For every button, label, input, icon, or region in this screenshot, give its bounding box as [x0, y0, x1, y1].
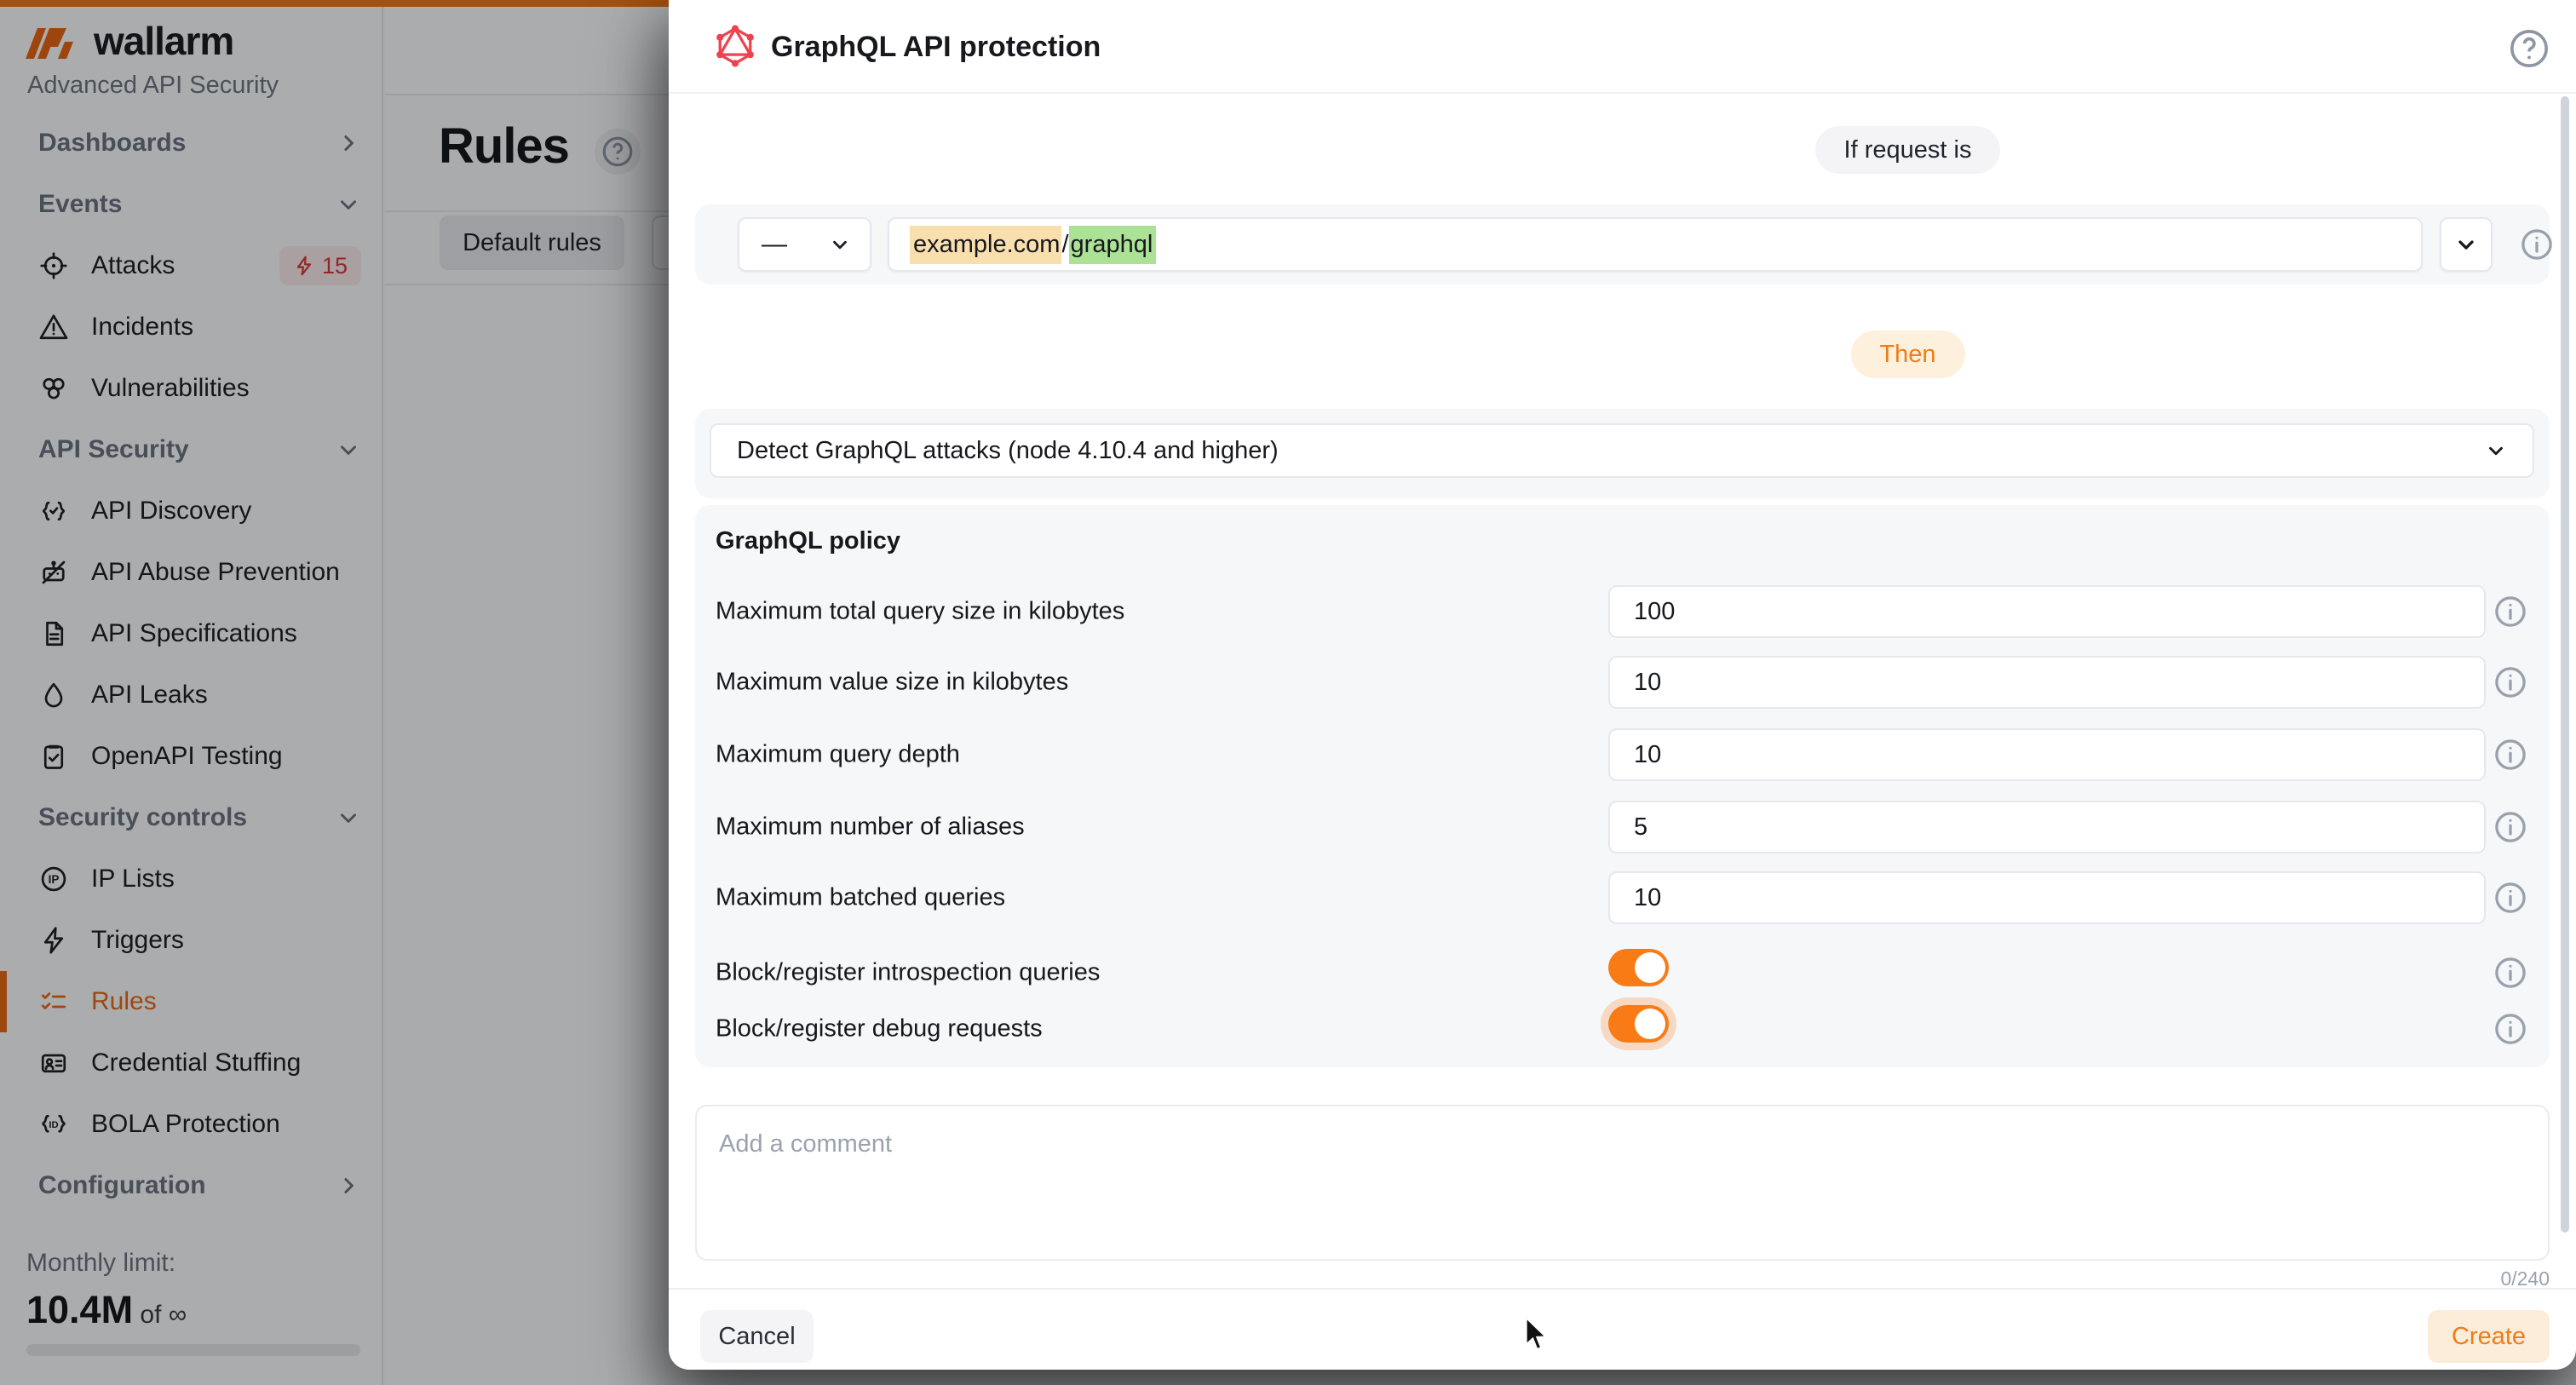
chevron-down-icon: [2485, 440, 2507, 462]
toggle-switch[interactable]: [1608, 949, 1669, 986]
policy-field-input[interactable]: [1608, 656, 2486, 709]
modal-scrollbar[interactable]: [2561, 96, 2569, 1233]
policy-toggle-label: Block/register debug requests: [716, 1015, 1043, 1043]
toggle-switch[interactable]: [1608, 1005, 1669, 1043]
policy-field-maximum-total-query-size-in-kilobytes: Maximum total query size in kilobytes: [695, 585, 2550, 638]
policy-field-input[interactable]: [1608, 585, 2486, 638]
policy-field-label: Maximum total query size in kilobytes: [716, 598, 1124, 626]
uri-input[interactable]: example.com/graphql: [888, 217, 2423, 272]
policy-field-maximum-batched-queries: Maximum batched queries: [695, 871, 2550, 924]
condition-expand-button[interactable]: [2440, 217, 2493, 272]
footer-divider: [669, 1288, 2576, 1290]
action-select-value: Detect GraphQL attacks (node 4.10.4 and …: [737, 437, 1279, 465]
char-counter: 0/240: [2500, 1267, 2550, 1290]
policy-field-maximum-number-of-aliases: Maximum number of aliases: [695, 801, 2550, 853]
policy-field-input[interactable]: [1608, 728, 2486, 781]
policy-toggle-label: Block/register introspection queries: [716, 959, 1100, 987]
uri-path-token: graphql: [1069, 226, 1157, 264]
chevron-down-icon: [829, 233, 851, 256]
modal-help-icon[interactable]: [2507, 26, 2551, 71]
info-icon[interactable]: [2493, 880, 2528, 916]
policy-toggle-block-register-introspection-queries: Block/register introspection queries: [695, 941, 2550, 994]
policy-field-label: Maximum batched queries: [716, 884, 1005, 912]
cancel-button[interactable]: Cancel: [700, 1310, 814, 1363]
policy-field-input[interactable]: [1608, 801, 2486, 853]
graphql-policy-card: GraphQL policy Maximum total query size …: [695, 505, 2550, 1067]
chevron-down-icon: [2454, 233, 2478, 256]
info-icon[interactable]: [2493, 955, 2528, 991]
info-icon[interactable]: [2493, 809, 2528, 845]
if-request-is-pill: If request is: [1815, 126, 2001, 174]
condition-operator-select[interactable]: —: [738, 217, 871, 272]
condition-operator-value: —: [762, 230, 787, 259]
modal-header: GraphQL API protection: [669, 0, 2576, 94]
then-pill: Then: [1850, 330, 1964, 378]
policy-toggle-block-register-debug-requests: Block/register debug requests: [695, 997, 2550, 1050]
info-icon[interactable]: [2493, 664, 2528, 700]
policy-field-maximum-query-depth: Maximum query depth: [695, 728, 2550, 781]
comment-textarea[interactable]: [695, 1105, 2550, 1261]
toggle-knob: [1635, 1009, 1665, 1039]
info-icon[interactable]: [2519, 227, 2555, 262]
uri-host-token: example.com: [910, 226, 1061, 264]
graphql-protection-modal: GraphQL API protection If request is — e…: [669, 0, 2576, 1370]
condition-row: — example.com/graphql: [695, 204, 2550, 284]
graphql-icon: [713, 24, 757, 68]
action-row: Detect GraphQL attacks (node 4.10.4 and …: [695, 409, 2550, 498]
app-root: wallarm Advanced API Security Dashboards…: [0, 0, 2576, 1385]
modal-title: GraphQL API protection: [771, 31, 1101, 64]
policy-heading: GraphQL policy: [716, 527, 900, 555]
mouse-cursor: [1521, 1316, 1555, 1353]
uri-separator: /: [1061, 231, 1068, 259]
policy-field-label: Maximum number of aliases: [716, 813, 1025, 842]
info-icon[interactable]: [2493, 594, 2528, 629]
policy-field-label: Maximum value size in kilobytes: [716, 669, 1068, 697]
policy-field-input[interactable]: [1608, 871, 2486, 924]
policy-field-label: Maximum query depth: [716, 741, 960, 769]
create-button[interactable]: Create: [2428, 1310, 2550, 1363]
toggle-knob: [1635, 952, 1665, 983]
action-select[interactable]: Detect GraphQL attacks (node 4.10.4 and …: [710, 423, 2534, 478]
info-icon[interactable]: [2493, 737, 2528, 773]
policy-field-maximum-value-size-in-kilobytes: Maximum value size in kilobytes: [695, 656, 2550, 709]
info-icon[interactable]: [2493, 1011, 2528, 1047]
